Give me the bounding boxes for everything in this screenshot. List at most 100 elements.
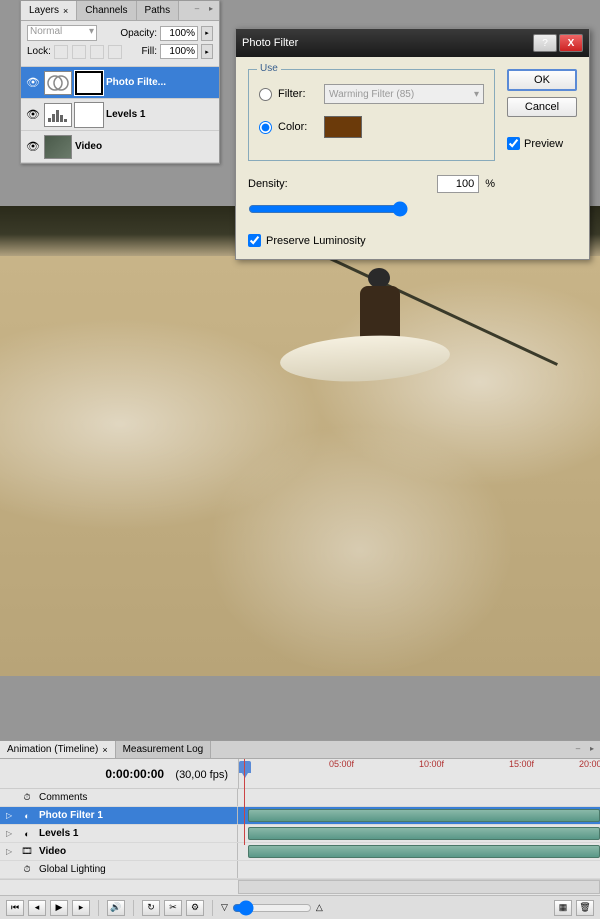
zoom-out-icon[interactable]: ▽ bbox=[221, 902, 228, 913]
fill-input[interactable] bbox=[160, 44, 198, 59]
options-button[interactable]: ⚙ bbox=[186, 900, 204, 916]
anim-tabs: Animation (Timeline)× Measurement Log – … bbox=[0, 741, 600, 759]
preview-checkbox[interactable] bbox=[507, 137, 520, 150]
prev-frame-button[interactable]: ◂ bbox=[28, 900, 46, 916]
document-canvas[interactable] bbox=[0, 206, 600, 676]
visibility-icon[interactable]: 👁 bbox=[25, 139, 41, 155]
image-content bbox=[0, 256, 600, 676]
tab-paths[interactable]: Paths bbox=[137, 1, 180, 20]
lock-transparency-icon[interactable] bbox=[54, 45, 68, 59]
track-name: Video bbox=[39, 846, 66, 857]
cancel-button[interactable]: Cancel bbox=[507, 97, 577, 117]
tab-measurement[interactable]: Measurement Log bbox=[116, 741, 212, 758]
track-video[interactable]: ▷🎞Video bbox=[0, 843, 600, 861]
layer-mask-thumb[interactable] bbox=[75, 71, 103, 95]
ok-button[interactable]: OK bbox=[507, 69, 577, 91]
panel-menu-icon[interactable]: ▸ bbox=[586, 743, 598, 755]
timeline-clip[interactable] bbox=[248, 827, 600, 840]
horizontal-scrollbar[interactable] bbox=[238, 880, 600, 894]
zoom-in-icon[interactable]: △ bbox=[316, 902, 323, 913]
use-fieldset: Use Filter: Warming Filter (85)▾ Color: bbox=[248, 69, 495, 161]
panel-minimize-icon[interactable]: – bbox=[572, 743, 584, 755]
track-name: Comments bbox=[39, 792, 87, 803]
track-global-lighting[interactable]: ⏱ Global Lighting bbox=[0, 861, 600, 879]
close-button[interactable]: X bbox=[559, 34, 583, 52]
layer-list: 👁 Photo Filte... 👁 Levels 1 👁 Video bbox=[21, 67, 219, 163]
opacity-arrow-icon[interactable]: ▸ bbox=[201, 26, 213, 41]
adjustment-thumb[interactable] bbox=[44, 103, 72, 127]
panel-menu-icon[interactable]: ▸ bbox=[205, 3, 217, 15]
adjustment-icon: ◐ bbox=[20, 827, 34, 841]
track-name: Levels 1 bbox=[39, 828, 78, 839]
visibility-icon[interactable]: 👁 bbox=[25, 75, 41, 91]
playhead-line bbox=[244, 759, 245, 845]
panel-minimize-icon[interactable]: – bbox=[191, 3, 203, 15]
visibility-icon[interactable]: 👁 bbox=[25, 107, 41, 123]
rewind-button[interactable]: ⏮ bbox=[6, 900, 24, 916]
playback-controls: ⏮ ◂ ▶ ▸ 🔊 ↻ ✂ ⚙ ▽ △ ▦ 🗑 bbox=[0, 895, 600, 919]
delete-button[interactable]: 🗑 bbox=[576, 900, 594, 916]
layer-row-video[interactable]: 👁 Video bbox=[21, 131, 219, 163]
expand-icon[interactable]: ▷ bbox=[6, 811, 15, 820]
layer-thumb[interactable] bbox=[44, 135, 72, 159]
panel-tabs: Layers× Channels Paths – ▸ bbox=[21, 1, 219, 21]
audio-toggle-button[interactable]: 🔊 bbox=[107, 900, 125, 916]
color-radio[interactable] bbox=[259, 121, 272, 134]
preserve-label: Preserve Luminosity bbox=[266, 235, 366, 247]
color-label: Color: bbox=[278, 121, 318, 133]
density-slider[interactable] bbox=[248, 201, 408, 217]
ruler-mark: 05:00f bbox=[329, 759, 354, 769]
tab-close-icon[interactable]: × bbox=[63, 6, 68, 16]
zoom-slider[interactable] bbox=[232, 900, 312, 916]
layer-mask-thumb[interactable] bbox=[75, 103, 103, 127]
tab-channels[interactable]: Channels bbox=[77, 1, 136, 20]
stopwatch-icon[interactable]: ⏱ bbox=[20, 863, 34, 877]
density-input[interactable] bbox=[437, 175, 479, 193]
density-unit: % bbox=[485, 178, 495, 190]
layer-row-photofilter[interactable]: 👁 Photo Filte... bbox=[21, 67, 219, 99]
filter-radio[interactable] bbox=[259, 88, 272, 101]
fill-arrow-icon[interactable]: ▸ bbox=[201, 44, 213, 59]
play-button[interactable]: ▶ bbox=[50, 900, 68, 916]
photo-filter-dialog: Photo Filter ? X Use Filter: Warming Fil… bbox=[235, 28, 590, 260]
track-photofilter[interactable]: ▷◐Photo Filter 1 bbox=[0, 807, 600, 825]
preserve-luminosity-checkbox[interactable] bbox=[248, 234, 261, 247]
lock-pixels-icon[interactable] bbox=[72, 45, 86, 59]
track-levels[interactable]: ▷ ◐ Levels 1 bbox=[0, 825, 600, 843]
tab-layers[interactable]: Layers× bbox=[21, 1, 77, 20]
blend-mode-select[interactable]: Normal ▾ bbox=[27, 25, 97, 41]
layer-row-levels[interactable]: 👁 Levels 1 bbox=[21, 99, 219, 131]
next-frame-button[interactable]: ▸ bbox=[72, 900, 90, 916]
loop-button[interactable]: ↻ bbox=[142, 900, 160, 916]
opacity-input[interactable] bbox=[160, 26, 198, 41]
convert-frames-button[interactable]: ▦ bbox=[554, 900, 572, 916]
adjustment-thumb[interactable] bbox=[44, 71, 72, 95]
stopwatch-icon[interactable]: ⏱ bbox=[20, 791, 34, 805]
tab-close-icon[interactable]: × bbox=[102, 745, 107, 755]
layers-panel: Layers× Channels Paths – ▸ Normal ▾ Opac… bbox=[20, 0, 220, 164]
dialog-titlebar[interactable]: Photo Filter ? X bbox=[236, 29, 589, 57]
time-ruler[interactable]: 05:00f 10:00f 15:00f 20:00 bbox=[238, 759, 600, 789]
timecode[interactable]: 0:00:00:00 bbox=[105, 767, 164, 781]
split-button[interactable]: ✂ bbox=[164, 900, 182, 916]
filter-label: Filter: bbox=[278, 88, 318, 100]
image-subject bbox=[280, 336, 450, 381]
dialog-body: Use Filter: Warming Filter (85)▾ Color: … bbox=[236, 57, 589, 259]
expand-icon[interactable]: ▷ bbox=[6, 847, 15, 856]
filter-dropdown[interactable]: Warming Filter (85)▾ bbox=[324, 84, 484, 104]
layers-options: Normal ▾ Opacity: ▸ Lock: Fill: ▸ bbox=[21, 21, 219, 67]
lock-all-icon[interactable] bbox=[108, 45, 122, 59]
ruler-mark: 10:00f bbox=[419, 759, 444, 769]
ruler-mark: 15:00f bbox=[509, 759, 534, 769]
color-swatch[interactable] bbox=[324, 116, 362, 138]
lock-position-icon[interactable] bbox=[90, 45, 104, 59]
timeline-clip[interactable] bbox=[248, 845, 600, 858]
track-comments[interactable]: ⏱ Comments bbox=[0, 789, 600, 807]
use-legend: Use bbox=[257, 63, 281, 74]
track-name: Global Lighting bbox=[39, 864, 106, 875]
timeline-clip[interactable] bbox=[248, 809, 600, 822]
ruler-mark: 20:00 bbox=[579, 759, 600, 769]
expand-icon[interactable]: ▷ bbox=[6, 829, 15, 838]
help-button[interactable]: ? bbox=[533, 34, 557, 52]
tab-animation[interactable]: Animation (Timeline)× bbox=[0, 741, 116, 758]
